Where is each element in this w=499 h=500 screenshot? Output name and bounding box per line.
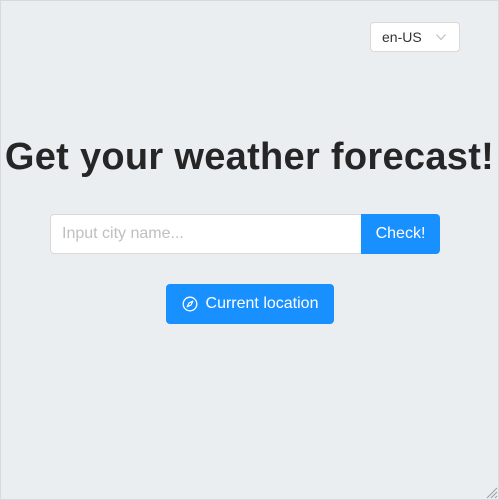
city-search-group: Check! [50,214,440,254]
compass-icon [182,296,197,312]
city-search-input[interactable] [50,214,361,254]
current-location-button[interactable]: Current location [166,284,334,324]
page-title: Get your weather forecast! [4,136,495,178]
current-location-label: Current location [205,295,319,312]
resize-grip-icon[interactable] [484,485,498,499]
language-select-value: en-US [382,29,422,45]
language-select[interactable]: en-US [370,22,460,52]
check-button[interactable]: Check! [361,214,440,254]
chevron-down-icon [436,34,446,41]
